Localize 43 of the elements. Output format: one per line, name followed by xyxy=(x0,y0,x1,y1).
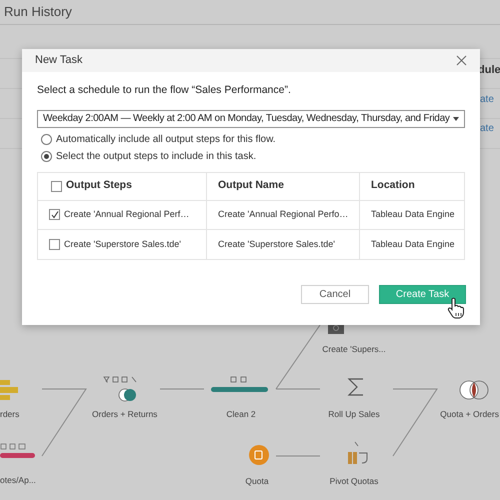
cancel-button[interactable]: Cancel xyxy=(301,284,369,304)
sigma-icon xyxy=(347,377,365,397)
caret-icon xyxy=(453,116,459,121)
step-label: Pivot Quotas xyxy=(328,475,380,488)
step-label: Roll Up Sales xyxy=(327,408,381,421)
dialog-title: New Task xyxy=(35,53,82,68)
table-cell-text: Tableau Data Engine xyxy=(371,208,455,221)
close-icon[interactable] xyxy=(456,55,467,66)
create-task-button[interactable]: Create Task xyxy=(379,284,466,304)
output-step-icon xyxy=(328,325,344,334)
prompt-text: Select a schedule to run the flow “Sales Performance”. xyxy=(37,83,292,98)
step-label: Clean 2 xyxy=(225,408,257,421)
step-label: Quota xyxy=(244,475,270,488)
link[interactable]: ate xyxy=(480,92,494,107)
radio-button[interactable] xyxy=(41,150,52,162)
step-label: Quota + Orders xyxy=(440,408,499,421)
checkbox[interactable] xyxy=(51,180,62,192)
checkbox[interactable] xyxy=(49,209,60,220)
schedule-dropdown[interactable]: Weekday 2:00AM — Weekly at 2:00 AM on Monday, Tuesday, Wednesday, Thursday, and Friday xyxy=(37,110,465,128)
stacked-blocks-icon xyxy=(0,380,20,400)
join-node-icon xyxy=(458,380,490,400)
step-label: rders xyxy=(0,408,20,421)
table-cell-text: Create 'Annual Regional Perf… xyxy=(64,208,190,221)
clean-step-icon xyxy=(211,376,269,393)
page-title: Run History xyxy=(4,3,72,22)
document-circle-icon xyxy=(249,445,269,465)
pivot-icon xyxy=(346,441,368,467)
column-header: Location xyxy=(371,178,415,194)
checkbox[interactable] xyxy=(49,238,60,250)
column-header: Output Steps xyxy=(66,178,132,194)
option-label: Select the output steps to include in this task. xyxy=(56,150,256,164)
link[interactable]: ate xyxy=(480,121,494,136)
table-cell: Create 'Superstore Sales.tde' xyxy=(64,238,181,251)
data-bar-icon xyxy=(0,443,36,459)
table-cell: Create 'Superstore Sales.tde' xyxy=(218,238,335,251)
column-header: Output Name xyxy=(218,178,284,194)
step-label: otes/Ap... xyxy=(0,474,36,487)
table-cell: Tableau Data Engine xyxy=(371,238,455,251)
hand-cursor-icon xyxy=(447,297,465,319)
table-cell-text: Create 'Annual Regional Perfo… xyxy=(218,208,348,221)
option-label: Automatically include all output steps for this flow. xyxy=(56,132,276,147)
radio-button[interactable] xyxy=(41,134,52,145)
step-label: Create 'Supers... xyxy=(322,343,386,356)
